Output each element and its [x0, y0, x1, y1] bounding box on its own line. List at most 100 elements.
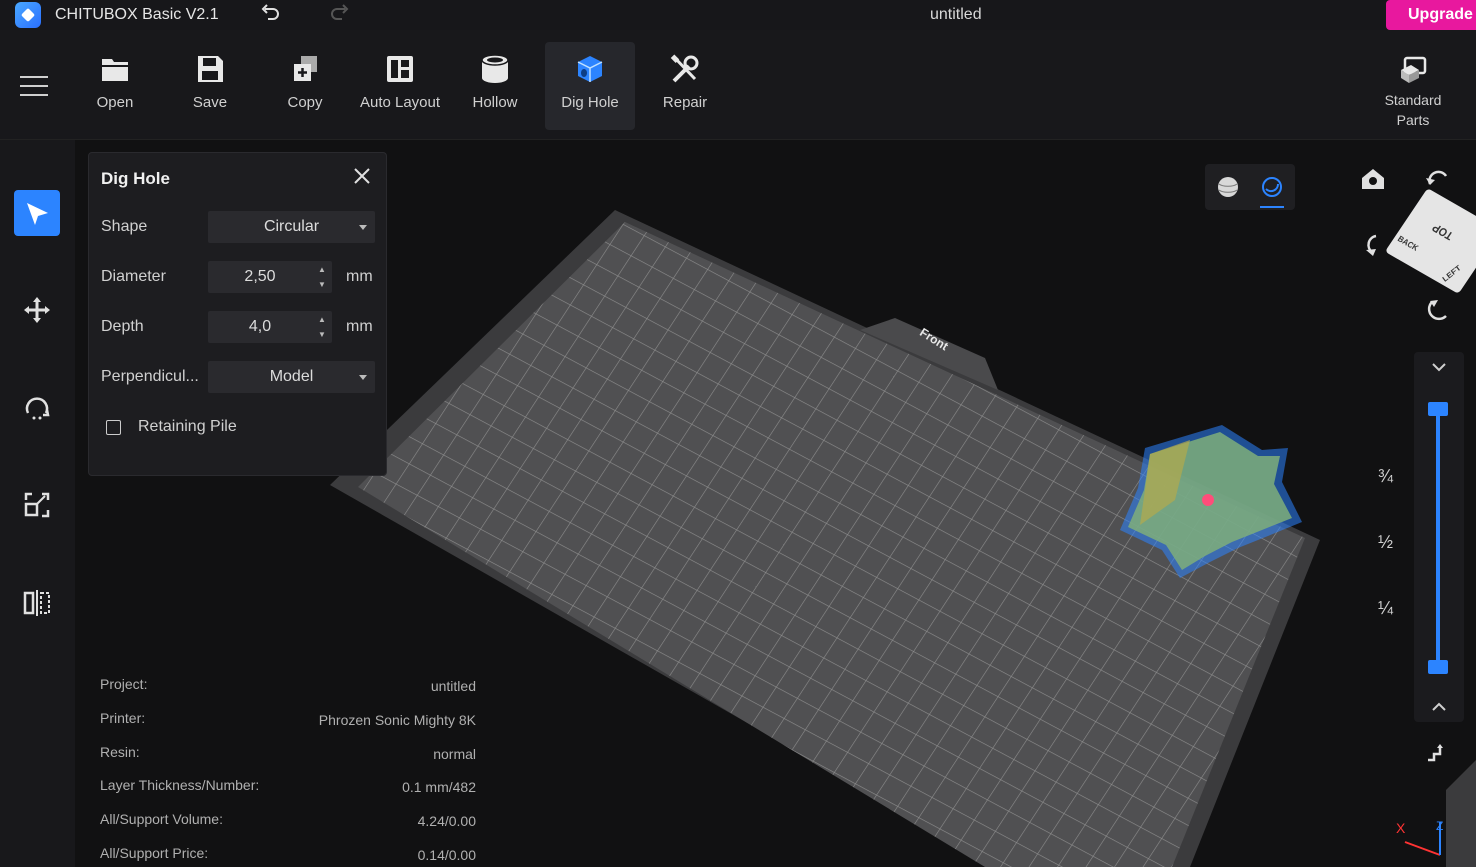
perpendicular-select[interactable]: Model [208, 361, 375, 393]
layer-slider-bottom-handle[interactable] [1428, 660, 1448, 674]
move-tool-button[interactable] [14, 287, 60, 333]
shape-value: Circular [263, 218, 320, 235]
axis-x-label: X [1396, 820, 1406, 836]
retaining-pile-label: Retaining Pile [138, 418, 237, 435]
depth-decrement-icon[interactable]: ▼ [314, 327, 330, 342]
document-title: untitled [930, 6, 982, 23]
scale-tool-button[interactable] [14, 482, 60, 528]
hollow-icon [481, 54, 509, 83]
depth-input[interactable]: 4,0 ▲ ▼ [208, 311, 332, 343]
move-arrows-icon [24, 297, 50, 323]
open-button[interactable]: Open [70, 42, 160, 130]
rotate-tool-button[interactable] [14, 385, 60, 431]
render-mode-toggle [1205, 164, 1295, 210]
layer-slider-top-handle[interactable] [1428, 402, 1448, 416]
shape-label: Shape [101, 218, 148, 235]
diameter-increment-icon[interactable]: ▲ [314, 262, 330, 277]
dig-hole-icon [577, 56, 603, 82]
save-label: Save [192, 94, 228, 111]
shape-select[interactable]: Circular [208, 211, 375, 243]
info-key: Project: [100, 676, 148, 692]
solid-sphere-icon [1218, 177, 1238, 197]
mirror-tool-button[interactable] [14, 580, 60, 626]
info-key: All/Support Volume: [100, 811, 223, 828]
xray-sphere-icon [1262, 177, 1282, 197]
chevron-up-icon[interactable] [1430, 700, 1448, 714]
standard-parts-line1: Standard [1384, 92, 1442, 108]
mirror-icon [23, 590, 50, 616]
standard-parts-button[interactable]: Standard Parts [1368, 42, 1458, 130]
scale-icon [24, 492, 50, 518]
cursor-arrow-icon [27, 203, 48, 225]
rotate-down-view-icon[interactable] [1422, 296, 1452, 326]
hamburger-menu-button[interactable] [20, 76, 48, 98]
info-key: Resin: [100, 743, 140, 760]
info-row-resin: Resin: normal [100, 740, 476, 774]
info-row-volume: All/Support Volume: 4.24/0.00 [100, 807, 476, 841]
app-title: CHITUBOX Basic V2.1 [55, 6, 219, 23]
retaining-pile-checkbox[interactable] [106, 420, 121, 435]
chevron-down-icon [359, 225, 367, 230]
diameter-unit: mm [346, 268, 373, 285]
diameter-decrement-icon[interactable]: ▼ [314, 277, 330, 292]
info-row-layer: Layer Thickness/Number: 0.1 mm/482 [100, 773, 476, 807]
dig-hole-panel: Dig Hole Shape Circular Diameter 2,50 ▲ … [88, 152, 387, 476]
hollow-label: Hollow [472, 94, 518, 111]
select-tool-button[interactable] [14, 190, 60, 236]
repair-button[interactable]: Repair [640, 42, 730, 130]
cube-top-label: TOP [1430, 220, 1456, 242]
redo-button[interactable] [326, 3, 352, 27]
diameter-input[interactable]: 2,50 ▲ ▼ [208, 261, 332, 293]
repair-icon [670, 54, 699, 83]
info-row-project: Project: untitled [100, 672, 476, 706]
active-view-indicator [1260, 206, 1284, 208]
info-value: 0.14/0.00 [417, 846, 476, 863]
slider-mark-three-quarters: ¾ [1378, 466, 1394, 486]
slider-mark-quarter: ¼ [1378, 598, 1394, 618]
copy-icon [294, 56, 317, 81]
depth-increment-icon[interactable]: ▲ [314, 312, 330, 327]
cube-back-label: BACK [1395, 234, 1421, 253]
info-row-price: All/Support Price: 0.14/0.00 [100, 841, 476, 867]
layer-step-icon[interactable] [1424, 740, 1450, 766]
project-info: Project: untitled Printer: Phrozen Sonic M… [100, 672, 476, 867]
perpendicular-label: Perpendicul... [101, 368, 199, 385]
upgrade-button[interactable]: Upgrade [1386, 0, 1476, 30]
menu-line [20, 76, 48, 78]
app-logo-icon [15, 2, 41, 28]
undo-button[interactable] [258, 3, 284, 27]
perpendicular-value: Model [269, 368, 314, 385]
save-button[interactable]: Save [165, 42, 255, 130]
home-view-icon[interactable] [1358, 164, 1388, 194]
info-value: 0.1 mm/482 [402, 779, 476, 796]
redo-icon [331, 4, 349, 20]
copy-label: Copy [287, 94, 323, 111]
layout-icon [387, 56, 413, 82]
slider-mark-half: ½ [1378, 532, 1394, 552]
xray-view-button[interactable] [1260, 175, 1284, 199]
depth-value: 4,0 [248, 318, 272, 335]
panel-title: Dig Hole [101, 169, 170, 188]
undo-icon [261, 4, 279, 20]
diameter-value: 2,50 [244, 268, 276, 285]
close-icon [354, 168, 370, 184]
solid-view-button[interactable] [1216, 175, 1240, 199]
chevron-down-icon[interactable] [1430, 360, 1448, 374]
copy-button[interactable]: Copy [260, 42, 350, 130]
title-bar: CHITUBOX Basic V2.1 untitled Upgrade [0, 0, 1476, 30]
info-key: Layer Thickness/Number: [100, 777, 260, 794]
diameter-label: Diameter [101, 268, 166, 285]
dig-hole-button[interactable]: Dig Hole [545, 42, 635, 130]
hollow-button[interactable]: Hollow [450, 42, 540, 130]
main-toolbar: Open Save Copy Auto Layout Hollow Dig Ho… [0, 30, 1476, 140]
layer-slider-track[interactable] [1436, 412, 1440, 672]
left-sidebar [0, 140, 75, 867]
panel-close-button[interactable] [351, 165, 373, 187]
auto-layout-button[interactable]: Auto Layout [355, 42, 445, 130]
info-row-printer: Printer: Phrozen Sonic Mighty 8K [100, 706, 476, 740]
depth-label: Depth [101, 318, 144, 335]
standard-parts-line2: Parts [1396, 112, 1430, 128]
info-value: Phrozen Sonic Mighty 8K [318, 711, 476, 728]
rotate-up-view-icon[interactable] [1358, 230, 1388, 260]
info-key: All/Support Price: [100, 844, 209, 861]
